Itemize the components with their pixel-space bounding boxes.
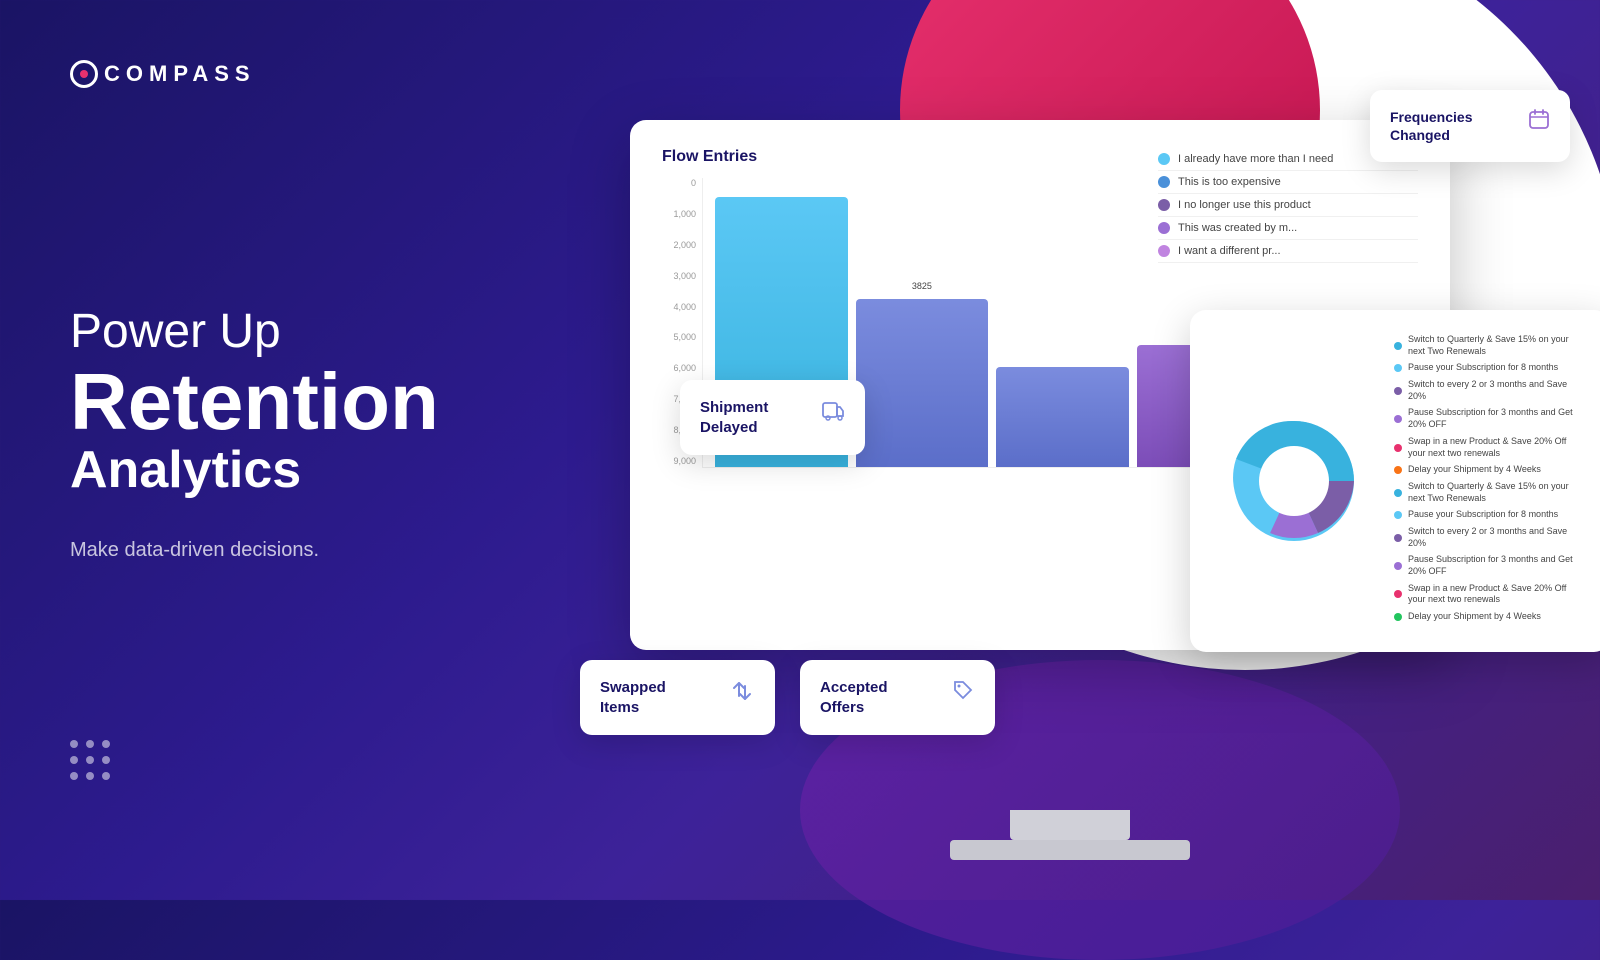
compass-logo-icon — [70, 60, 98, 88]
pie-legend-item-1: Switch to Quarterly & Save 15% on your n… — [1394, 334, 1586, 357]
pie-legend: Switch to Quarterly & Save 15% on your n… — [1394, 334, 1586, 628]
bar-3 — [996, 367, 1129, 467]
dot — [86, 740, 94, 748]
hero-line1: Power Up — [70, 306, 490, 359]
hero-line2: Retention — [70, 362, 490, 442]
pie-legend-item-5: Swap in a new Product & Save 20% Off you… — [1394, 436, 1586, 459]
pie-legend-item-10: Pause Subscription for 3 months and Get … — [1394, 554, 1586, 577]
pie-legend-item-2: Pause your Subscription for 8 months — [1394, 362, 1586, 374]
frequencies-title: FrequenciesChanged — [1390, 108, 1472, 144]
pie-legend-item-9: Switch to every 2 or 3 months and Save 2… — [1394, 526, 1586, 549]
shipment-icon — [821, 398, 845, 428]
dot — [102, 756, 110, 764]
freq-header: FrequenciesChanged — [1390, 108, 1550, 144]
hero-text: Power Up Retention Analytics Make data-d… — [70, 88, 490, 740]
calendar-icon — [1528, 108, 1550, 135]
legend-dot-2 — [1158, 176, 1170, 188]
pie-legend-item-3: Switch to every 2 or 3 months and Save 2… — [1394, 379, 1586, 402]
dot — [70, 740, 78, 748]
legend-dot-5 — [1158, 245, 1170, 257]
chart-legend: I already have more than I need This is … — [1158, 148, 1418, 263]
dot — [70, 772, 78, 780]
dot — [102, 772, 110, 780]
legend-item-4: This was created by m... — [1158, 217, 1418, 240]
pie-legend-item-8: Pause your Subscription for 8 months — [1394, 509, 1586, 521]
pie-chart-card: Switch to Quarterly & Save 15% on your n… — [1190, 310, 1600, 652]
swap-icon — [729, 678, 755, 709]
legend-dot-1 — [1158, 153, 1170, 165]
legend-item-5: I want a different pr... — [1158, 240, 1418, 263]
hero-line3: Analytics — [70, 442, 490, 499]
dot — [86, 756, 94, 764]
dot — [102, 740, 110, 748]
legend-item-3: I no longer use this product — [1158, 194, 1418, 217]
legend-dot-4 — [1158, 222, 1170, 234]
monitor-stand — [1010, 810, 1130, 840]
dot — [86, 772, 94, 780]
bar-group-2: 3825 — [856, 299, 989, 467]
pie-legend-item-12: Delay your Shipment by 4 Weeks — [1394, 611, 1586, 623]
pie-legend-item-7: Switch to Quarterly & Save 15% on your n… — [1394, 481, 1586, 504]
bar-2: 3825 — [856, 299, 989, 467]
pie-chart-area: Switch to Quarterly & Save 15% on your n… — [1214, 334, 1586, 628]
pie-chart — [1214, 401, 1374, 561]
pie-legend-item-6: Delay your Shipment by 4 Weeks — [1394, 464, 1586, 476]
accepted-offers-card: AcceptedOffers — [800, 660, 995, 735]
accepted-title: AcceptedOffers — [820, 678, 888, 717]
legend-dot-3 — [1158, 199, 1170, 211]
monitor-base — [950, 840, 1190, 860]
bar-group-3 — [996, 367, 1129, 467]
shipment-card: ShipmentDelayed — [680, 380, 865, 455]
bar-value-2: 3825 — [912, 281, 932, 291]
frequencies-card: FrequenciesChanged — [1370, 90, 1570, 162]
right-area: Flow Entries 9,000 8,000 7,000 6,000 5,0… — [520, 0, 1600, 900]
swapped-items-card: SwappedItems — [580, 660, 775, 735]
swapped-title: SwappedItems — [600, 678, 666, 717]
logo: COMPASS — [70, 60, 490, 88]
dots-decoration — [70, 740, 490, 780]
left-panel: COMPASS Power Up Retention Analytics Mak… — [0, 0, 560, 900]
dot — [70, 756, 78, 764]
legend-item-2: This is too expensive — [1158, 171, 1418, 194]
shipment-title: ShipmentDelayed — [700, 398, 768, 437]
logo-text: COMPASS — [104, 61, 256, 87]
pie-legend-item-11: Swap in a new Product & Save 20% Off you… — [1394, 583, 1586, 606]
tagline: Make data-driven decisions. — [70, 539, 490, 562]
tag-icon — [951, 678, 975, 707]
pie-legend-item-4: Pause Subscription for 3 months and Get … — [1394, 407, 1586, 430]
